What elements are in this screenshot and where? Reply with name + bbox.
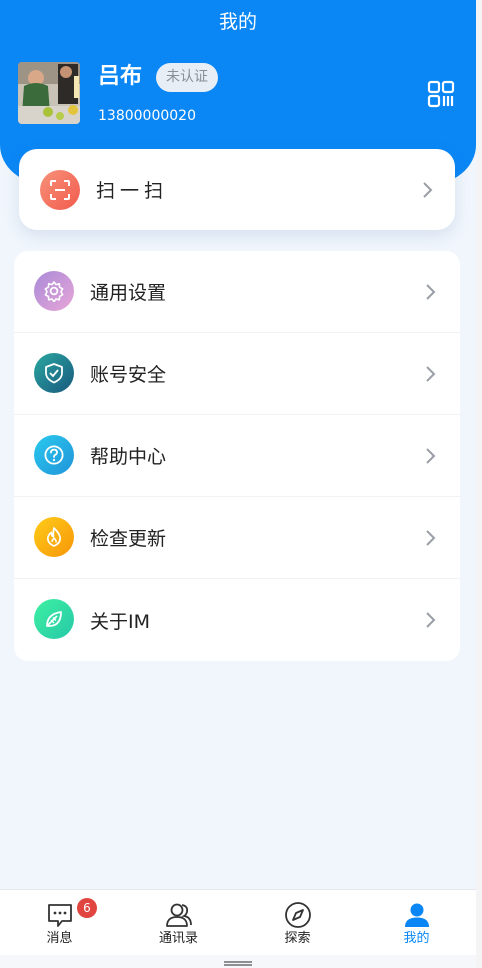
tab-explore[interactable]: 探索 [238, 890, 357, 955]
tab-profile[interactable]: 我的 [357, 890, 476, 955]
settings-menu: 通用设置 账号安全 帮助中心 检查更新 关于IM [14, 251, 460, 661]
unread-count-badge: 6 [77, 898, 97, 918]
menu-item-general-settings[interactable]: 通用设置 [14, 251, 460, 333]
phone-number: 13800000020 [98, 108, 196, 124]
tab-label: 通讯录 [158, 931, 198, 946]
scan-icon [40, 170, 80, 210]
scroll-gutter [476, 0, 482, 968]
menu-item-about[interactable]: 关于IM [14, 579, 460, 661]
menu-item-help-center[interactable]: 帮助中心 [14, 415, 460, 497]
menu-item-label: 关于IM [90, 610, 150, 633]
message-icon [47, 904, 72, 927]
chevron-right-icon [426, 447, 436, 464]
menu-item-label: 检查更新 [90, 528, 167, 550]
tab-messages[interactable]: 消息 6 [0, 890, 119, 955]
chevron-right-icon [423, 181, 433, 198]
chevron-right-icon [426, 365, 436, 382]
shield-icon [34, 353, 74, 393]
verification-badge[interactable]: 未认证 [156, 63, 218, 92]
scan-button[interactable]: 扫一扫 [19, 149, 455, 230]
avatar[interactable] [18, 62, 80, 124]
flame-icon [34, 517, 74, 557]
contacts-icon [165, 903, 192, 927]
tab-contacts[interactable]: 通讯录 [119, 890, 238, 955]
menu-item-check-update[interactable]: 检查更新 [14, 497, 460, 579]
menu-item-account-security[interactable]: 账号安全 [14, 333, 460, 415]
avatar-photo [18, 62, 80, 124]
bottom-tab-bar: 消息 6 通讯录 探索 我的 [0, 889, 476, 955]
home-indicator [0, 955, 476, 968]
leaf-icon [34, 599, 74, 639]
menu-item-label: 通用设置 [90, 282, 167, 304]
gear-icon [34, 271, 74, 311]
tab-label: 我的 [403, 931, 430, 946]
user-name: 吕布 [98, 64, 143, 89]
qr-code-button[interactable] [427, 80, 455, 108]
chevron-right-icon [426, 529, 436, 546]
scan-label: 扫一扫 [96, 180, 169, 202]
tab-label: 消息 [46, 931, 73, 946]
qr-code-icon [427, 80, 455, 108]
compass-icon [284, 902, 311, 928]
menu-item-label: 帮助中心 [90, 446, 167, 468]
tab-label: 探索 [284, 931, 311, 946]
page-title: 我的 [218, 11, 257, 33]
chevron-right-icon [426, 283, 436, 300]
help-icon [34, 435, 74, 475]
chevron-right-icon [426, 612, 436, 628]
menu-item-label: 账号安全 [90, 364, 167, 386]
profile-icon [404, 903, 429, 927]
profile-page: 我的 吕布 未认证 13800000020 扫一扫 通用设置 账号安全 帮助中心… [0, 0, 482, 968]
